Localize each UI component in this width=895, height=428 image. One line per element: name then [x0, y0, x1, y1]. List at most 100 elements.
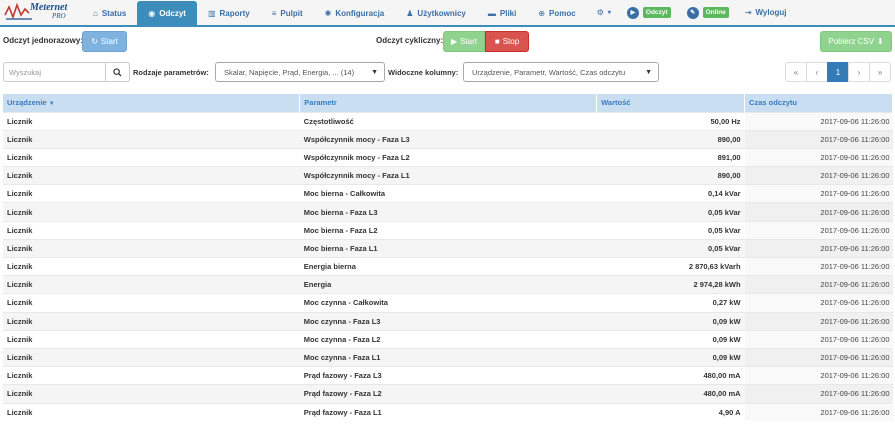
nav-tab-1[interactable]: ◉ Odczyt [137, 1, 197, 26]
single-start-button[interactable]: ↻ Start [82, 31, 127, 52]
table-row[interactable]: Licznik Moc czynna - Całkowita 0,27 kW 2017… [3, 293, 893, 313]
cell-time: 2017-09-06 11:26:00 [744, 311, 893, 331]
cyclic-start-button[interactable]: ▶ Start [443, 31, 485, 52]
home-icon: ⌂ [93, 9, 98, 18]
cell-parameter: Moc bierna - Faza L3 [299, 202, 597, 222]
table-row[interactable]: Licznik Moc czynna - Faza L1 0,09 kW 2017-0… [3, 347, 893, 367]
cell-device: Licznik [3, 111, 300, 131]
table-row[interactable]: Licznik Moc czynna - Faza L3 0,09 kW 2017-0… [3, 311, 893, 331]
prev-page-button[interactable]: ‹ [806, 62, 828, 82]
cell-value: 480,00 mA [596, 366, 745, 385]
cell-device: Licznik [3, 184, 300, 203]
cell-device: Licznik [3, 147, 300, 167]
cell-parameter: Współczynnik mocy - Faza L3 [299, 129, 597, 149]
cell-device: Licznik [3, 275, 300, 294]
table-row[interactable]: Licznik Moc bierna - Faza L3 0,05 kVar 2017… [3, 202, 893, 222]
download-icon: ⬇ [877, 37, 884, 46]
nav-tab-label: Pliki [499, 9, 517, 18]
cell-value: 0,14 kVar [596, 184, 745, 203]
cell-time: 2017-09-06 11:26:00 [744, 129, 893, 149]
search-button[interactable] [105, 62, 130, 82]
cell-value: 0,09 kW [596, 347, 745, 367]
column-header-parameter[interactable]: Parametr [299, 94, 598, 112]
settings-dropdown[interactable]: ⚙ ▾ [587, 0, 621, 25]
table-row[interactable]: Licznik Współczynnik mocy - Faza L2 891,00… [3, 147, 893, 167]
table-row[interactable]: Licznik Energia 2 974,28 kWh 2017-09-06 11:… [3, 275, 893, 294]
cell-parameter: Częstotliwość [299, 111, 597, 131]
last-page-button[interactable]: » [869, 62, 891, 82]
table-header-row: Urządzenie ▼ Parametr Wartość Czas odczy… [3, 94, 893, 112]
cell-parameter: Prąd fazowy - Faza L2 [299, 384, 597, 403]
column-header-time[interactable]: Czas odczytu [744, 94, 893, 112]
nav-tab-label: Pulpit [280, 9, 303, 18]
table-row[interactable]: Licznik Moc bierna - Całkowita 0,14 kVar 20… [3, 184, 893, 203]
cell-time: 2017-09-06 11:26:00 [744, 111, 893, 131]
cell-parameter: Moc czynna - Faza L1 [299, 347, 597, 367]
cell-parameter: Prąd fazowy - Faza L3 [299, 366, 597, 385]
param-types-label: Rodzaje parametrów: [133, 68, 209, 77]
nav-tab-3[interactable]: ≡ Pulpit [261, 1, 314, 26]
stop-icon: ■ [494, 37, 500, 46]
cyclic-stop-button[interactable]: ■ Stop [485, 31, 529, 52]
nav-tab-label: Pomoc [549, 9, 576, 18]
param-types-select[interactable]: Skalar, Napięcie, Prąd, Energia, ... (14… [215, 62, 385, 82]
online-status[interactable]: ✎ Online [677, 0, 739, 25]
nav-tab-5[interactable]: ♟ Użytkownicy [395, 1, 477, 26]
cell-value: 890,00 [596, 129, 745, 149]
cell-value: 0,09 kW [596, 329, 745, 349]
cell-parameter: Współczynnik mocy - Faza L1 [299, 166, 597, 185]
first-page-button[interactable]: « [785, 62, 807, 82]
table-row[interactable]: Licznik Prąd fazowy - Faza L2 480,00 mA 201… [3, 384, 893, 403]
page-1-button[interactable]: 1 [827, 62, 849, 82]
table-row[interactable]: Licznik Moc bierna - Faza L2 0,05 kVar 2017… [3, 220, 893, 240]
logout-label: Wyloguj [755, 8, 787, 17]
table-row[interactable]: Licznik Współczynnik mocy - Faza L1 890,00… [3, 166, 893, 185]
column-header-value[interactable]: Wartość [596, 94, 746, 112]
top-navbar: Meternet PRO ⌂ Status ◉ Odczyt ▥ Raporty ≡ Pulp… [0, 0, 895, 27]
cell-parameter: Energia bierna [299, 256, 597, 276]
table-row[interactable]: Licznik Moc bierna - Faza L1 0,05 kVar 2017… [3, 238, 893, 258]
online-badge: Online [702, 7, 729, 18]
nav-tab-7[interactable]: ⊕ Pomoc [527, 1, 586, 26]
nav-tab-0[interactable]: ⌂ Status [82, 1, 137, 26]
cell-time: 2017-09-06 11:26:00 [744, 238, 893, 258]
cell-time: 2017-09-06 11:26:00 [744, 256, 893, 276]
next-page-button[interactable]: › [848, 62, 870, 82]
column-header-device[interactable]: Urządzenie ▼ [3, 94, 301, 112]
cell-value: 0,05 kVar [596, 238, 745, 258]
sort-desc-icon: ▼ [48, 101, 55, 108]
cell-device: Licznik [3, 256, 300, 276]
download-csv-button[interactable]: Pobierz CSV ⬇ [820, 31, 892, 52]
folder-icon: ▬ [487, 9, 496, 18]
cell-device: Licznik [3, 293, 300, 313]
cell-time: 2017-09-06 11:26:00 [744, 220, 893, 240]
search-input[interactable]: Wyszukaj [3, 62, 106, 82]
table-row[interactable]: Licznik Częstotliwość 50,00 Hz 2017-09-06 1… [3, 111, 893, 131]
cell-value: 4,90 A [596, 402, 745, 422]
logout-link[interactable]: ⇥ Wyloguj [739, 0, 793, 25]
cell-parameter: Moc czynna - Faza L3 [299, 311, 597, 331]
odczyt-status[interactable]: ▶ Odczyt [621, 0, 677, 25]
chevron-down-icon: ▾ [607, 10, 611, 16]
cell-device: Licznik [3, 311, 300, 331]
cell-parameter: Moc bierna - Całkowita [299, 184, 597, 203]
meternet-logo[interactable]: Meternet PRO [4, 0, 82, 26]
cell-time: 2017-09-06 11:26:00 [744, 275, 893, 294]
nav-tab-6[interactable]: ▬ Pliki [477, 1, 527, 26]
table-row[interactable]: Licznik Moc czynna - Faza L2 0,09 kW 2017-0… [3, 329, 893, 349]
table-row[interactable]: Licznik Współczynnik mocy - Faza L3 890,00… [3, 129, 893, 149]
nav-tab-2[interactable]: ▥ Raporty [197, 1, 261, 26]
visible-columns-select[interactable]: Urządzenie, Parametr, Wartość, Czas odcz… [463, 62, 659, 82]
cell-value: 0,09 kW [596, 311, 745, 331]
nav-tab-4[interactable]: ✱ Konfiguracja [314, 1, 396, 26]
readings-table: Urządzenie ▼ Parametr Wartość Czas odczy… [3, 94, 893, 422]
table-row[interactable]: Licznik Prąd fazowy - Faza L1 4,90 A 2017-0… [3, 402, 893, 422]
search-icon [113, 67, 122, 77]
cell-device: Licznik [3, 238, 300, 258]
user-icon: ♟ [406, 9, 414, 18]
cell-parameter: Moc czynna - Całkowita [299, 293, 597, 313]
table-row[interactable]: Licznik Prąd fazowy - Faza L3 480,00 mA 201… [3, 366, 893, 385]
cell-time: 2017-09-06 11:26:00 [744, 166, 893, 185]
gears-icon: ⚙ [596, 8, 604, 17]
table-row[interactable]: Licznik Energia bierna 2 870,63 kVarh 2017-… [3, 256, 893, 276]
